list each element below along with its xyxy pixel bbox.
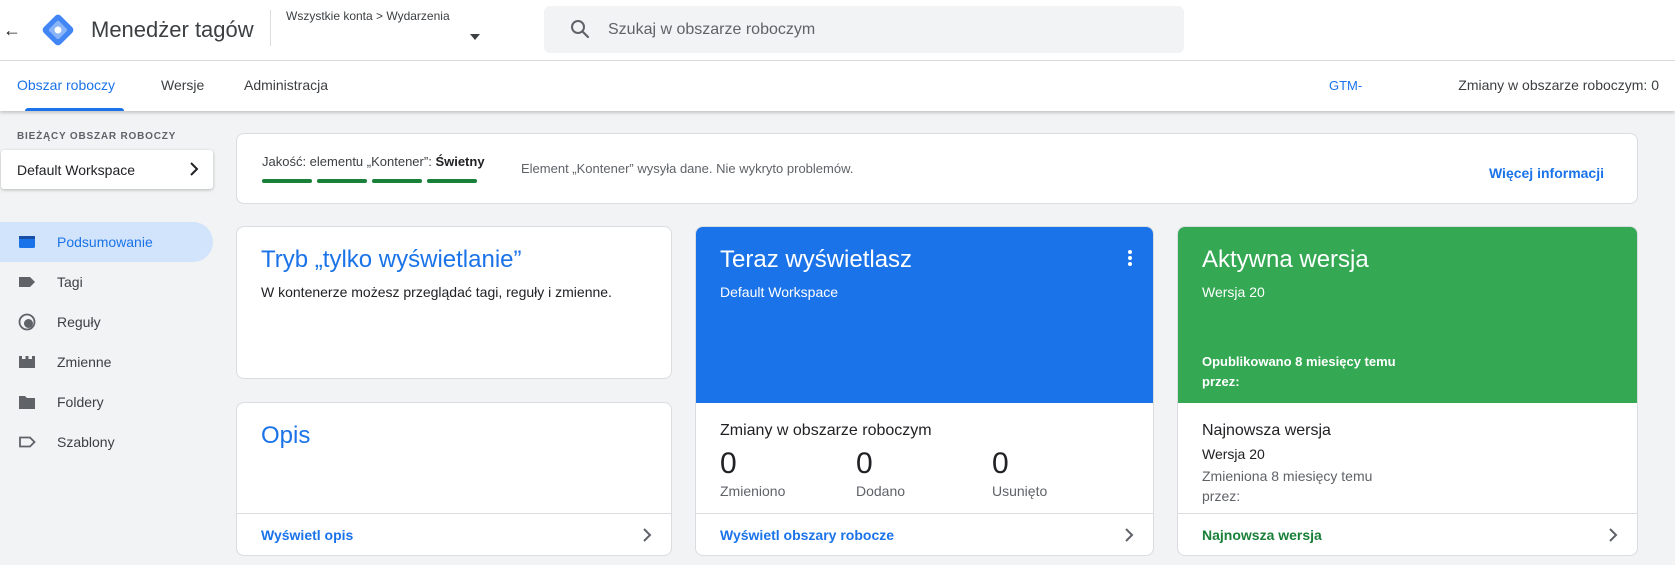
latest-version-link[interactable]: Najnowsza wersja bbox=[1178, 513, 1637, 555]
description-title: Opis bbox=[261, 422, 311, 449]
stat-added: 0 Dodano bbox=[856, 447, 905, 499]
header-divider bbox=[270, 10, 271, 46]
container-dropdown-icon[interactable] bbox=[470, 34, 480, 40]
search-input[interactable] bbox=[608, 6, 1168, 53]
workspace-changes-count: Zmiany w obszarze roboczym: 0 bbox=[1458, 77, 1659, 93]
variable-icon bbox=[19, 356, 35, 368]
folder-icon bbox=[19, 396, 35, 409]
sidebar-item-label: Reguły bbox=[57, 314, 101, 330]
chevron-right-icon bbox=[1125, 528, 1134, 542]
stat-modified-value: 0 bbox=[720, 447, 737, 480]
latest-version-number: Wersja 20 bbox=[1202, 446, 1265, 462]
stat-modified: 0 Zmieniono bbox=[720, 447, 785, 499]
search-icon bbox=[571, 20, 590, 39]
chevron-right-icon bbox=[643, 528, 652, 542]
quality-message: Element „Kontener” wysyła dane. Nie wykr… bbox=[521, 161, 854, 176]
quality-label-text: Jakość: elementu „Kontener”: bbox=[262, 154, 432, 169]
chevron-right-icon bbox=[190, 162, 199, 176]
sidebar-item-label: Foldery bbox=[57, 394, 104, 410]
sidebar-item-folders[interactable]: Foldery bbox=[0, 382, 213, 422]
container-quality-card: Jakość: elementu „Kontener”: Świetny Ele… bbox=[236, 133, 1638, 204]
current-workspace-label: BIEŻĄCY OBSZAR ROBOCZY bbox=[17, 131, 177, 142]
quality-bar bbox=[427, 179, 477, 183]
sidebar-item-label: Tagi bbox=[57, 274, 83, 290]
view-only-title: Tryb „tylko wyświetlanie” bbox=[261, 246, 522, 273]
live-version-header: Aktywna wersja Wersja 20 Opublikowano 8 … bbox=[1178, 227, 1637, 403]
sidebar-item-variables[interactable]: Zmienne bbox=[0, 342, 213, 382]
stat-modified-label: Zmieniono bbox=[720, 483, 786, 499]
more-info-link[interactable]: Więcej informacji bbox=[1489, 165, 1604, 181]
stat-deleted: 0 Usunięto bbox=[992, 447, 1047, 499]
quality-label: Jakość: elementu „Kontener”: Świetny bbox=[262, 154, 485, 169]
sidebar-nav: Podsumowanie Tagi Reguły Zmienne Foldery bbox=[0, 222, 213, 462]
chevron-right-icon bbox=[1609, 528, 1618, 542]
sidebar-item-label: Szablony bbox=[57, 434, 115, 450]
current-workspace-title: Teraz wyświetlasz bbox=[720, 246, 913, 273]
latest-version-link-label: Najnowsza wersja bbox=[1202, 527, 1322, 543]
top-bar: ← Menedżer tagów Wszystkie konta > Wydar… bbox=[0, 0, 1675, 61]
app-title: Menedżer tagów bbox=[91, 17, 254, 42]
tab-admin[interactable]: Administracja bbox=[244, 77, 328, 93]
latest-version-modified: Zmieniona 8 miesięcy temu przez: bbox=[1202, 468, 1373, 504]
search-box[interactable] bbox=[544, 6, 1184, 53]
view-workspaces-label: Wyświetl obszary robocze bbox=[720, 527, 895, 543]
quality-bar bbox=[317, 179, 367, 183]
stat-deleted-label: Usunięto bbox=[992, 483, 1048, 499]
current-workspace-card: Teraz wyświetlasz Default Workspace Zmia… bbox=[695, 226, 1154, 556]
sidebar-item-summary[interactable]: Podsumowanie bbox=[0, 222, 213, 262]
view-description-link[interactable]: Wyświetl opis bbox=[237, 513, 671, 555]
stat-deleted-value: 0 bbox=[992, 447, 1009, 480]
live-version-number: Wersja 20 bbox=[1202, 284, 1265, 300]
quality-bar bbox=[262, 179, 312, 183]
view-only-text: W kontenerze możesz przeglądać tagi, reg… bbox=[261, 284, 612, 300]
quality-bar bbox=[372, 179, 422, 183]
quality-value: Świetny bbox=[435, 154, 485, 169]
view-description-label: Wyświetl opis bbox=[261, 527, 354, 543]
current-workspace-header: Teraz wyświetlasz Default Workspace bbox=[696, 227, 1153, 403]
live-version-card: Aktywna wersja Wersja 20 Opublikowano 8 … bbox=[1177, 226, 1638, 556]
sidebar-item-label: Zmienne bbox=[57, 354, 112, 370]
current-workspace-name: Default Workspace bbox=[720, 284, 839, 300]
description-card: Opis Wyświetl opis bbox=[236, 402, 672, 556]
tag-icon bbox=[19, 277, 35, 287]
workspace-tab-bar: Obszar roboczy Wersje Administracja GTM-… bbox=[0, 61, 1675, 111]
more-options-icon[interactable] bbox=[1127, 249, 1133, 267]
published-info: Opublikowano 8 miesięcy temu przez: bbox=[1202, 354, 1396, 389]
tag-manager-logo-icon bbox=[42, 14, 74, 46]
container-id[interactable]: GTM- bbox=[1329, 78, 1362, 93]
live-version-title: Aktywna wersja bbox=[1202, 246, 1369, 273]
sidebar-item-tags[interactable]: Tagi bbox=[0, 262, 213, 302]
workspace-name: Default Workspace bbox=[17, 162, 136, 178]
stat-added-label: Dodano bbox=[856, 483, 906, 499]
trigger-icon bbox=[18, 313, 36, 331]
workspace-changes-title: Zmiany w obszarze roboczym bbox=[720, 422, 932, 439]
breadcrumb[interactable]: Wszystkie konta > Wydarzenia bbox=[286, 9, 450, 23]
workspace-selector[interactable]: Default Workspace bbox=[1, 150, 213, 189]
tab-workspace[interactable]: Obszar roboczy bbox=[17, 77, 115, 93]
summary-icon bbox=[19, 236, 35, 248]
stat-added-value: 0 bbox=[856, 447, 873, 480]
sidebar-item-label: Podsumowanie bbox=[57, 234, 153, 250]
back-arrow-icon[interactable]: ← bbox=[2, 16, 22, 44]
view-only-mode-card: Tryb „tylko wyświetlanie” W kontenerze m… bbox=[236, 226, 672, 379]
latest-version-title: Najnowsza wersja bbox=[1202, 422, 1331, 439]
tab-versions[interactable]: Wersje bbox=[161, 77, 204, 93]
active-tab-indicator bbox=[25, 108, 124, 111]
sidebar-item-triggers[interactable]: Reguły bbox=[0, 302, 213, 342]
template-icon bbox=[19, 436, 36, 448]
sidebar-item-templates[interactable]: Szablony bbox=[0, 422, 213, 462]
view-workspaces-link[interactable]: Wyświetl obszary robocze bbox=[696, 513, 1153, 555]
